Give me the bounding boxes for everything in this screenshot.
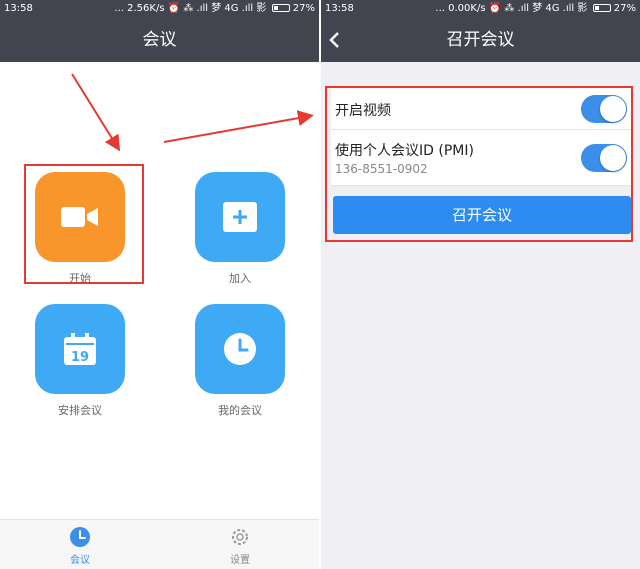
page-title: 会议 <box>142 30 177 50</box>
start-meeting-screen: 13:58 ... 0.00K/s ⏰ ⁂ .ıll 梦 4G .ıll 影 2… <box>321 0 640 569</box>
page-title: 召开会议 <box>446 30 515 50</box>
status-bar: 13:58 ... 2.56K/s ⏰ ⁂ .ıll 梦 4G .ıll 影 2… <box>0 0 319 18</box>
my-meetings-label: 我的会议 <box>218 404 262 417</box>
meetings-screen: 13:58 ... 2.56K/s ⏰ ⁂ .ıll 梦 4G .ıll 影 2… <box>0 0 319 569</box>
tab-settings-label: 设置 <box>230 555 250 566</box>
my-meetings-tile[interactable]: 我的会议 <box>180 304 300 418</box>
calendar-icon: 19 <box>35 304 125 394</box>
status-info: ... 0.00K/s ⏰ ⁂ .ıll 梦 4G .ıll 影 27% <box>435 3 636 14</box>
battery-icon <box>592 4 611 12</box>
tab-meetings[interactable]: 会议 <box>40 520 120 569</box>
plus-icon <box>195 172 285 262</box>
battery-percent: 27% <box>292 3 315 14</box>
battery-icon <box>271 4 290 12</box>
status-bar: 13:58 ... 0.00K/s ⏰ ⁂ .ıll 梦 4G .ıll 影 2… <box>321 0 640 18</box>
back-icon[interactable] <box>321 18 361 62</box>
status-info: ... 2.56K/s ⏰ ⁂ .ıll 梦 4G .ıll 影 27% <box>114 3 315 14</box>
tab-settings[interactable]: 设置 <box>200 520 280 569</box>
tab-meetings-label: 会议 <box>70 555 90 566</box>
highlight-box-options <box>325 86 633 242</box>
join-tile[interactable]: 加入 <box>180 172 300 286</box>
clock-icon <box>70 527 90 547</box>
calendar-day: 19 <box>71 350 89 365</box>
nav-bar: 会议 <box>0 18 319 62</box>
status-time: 13:58 <box>4 3 33 14</box>
clock-icon <box>195 304 285 394</box>
schedule-tile[interactable]: 19 安排会议 <box>20 304 140 418</box>
battery-percent: 27% <box>613 3 636 14</box>
nav-bar: 召开会议 <box>321 18 640 62</box>
tab-bar: 会议 设置 <box>0 519 319 569</box>
highlight-box-start <box>24 164 144 284</box>
join-label: 加入 <box>229 272 251 285</box>
gear-icon <box>232 529 248 545</box>
schedule-label: 安排会议 <box>58 404 102 417</box>
status-time: 13:58 <box>325 3 354 14</box>
